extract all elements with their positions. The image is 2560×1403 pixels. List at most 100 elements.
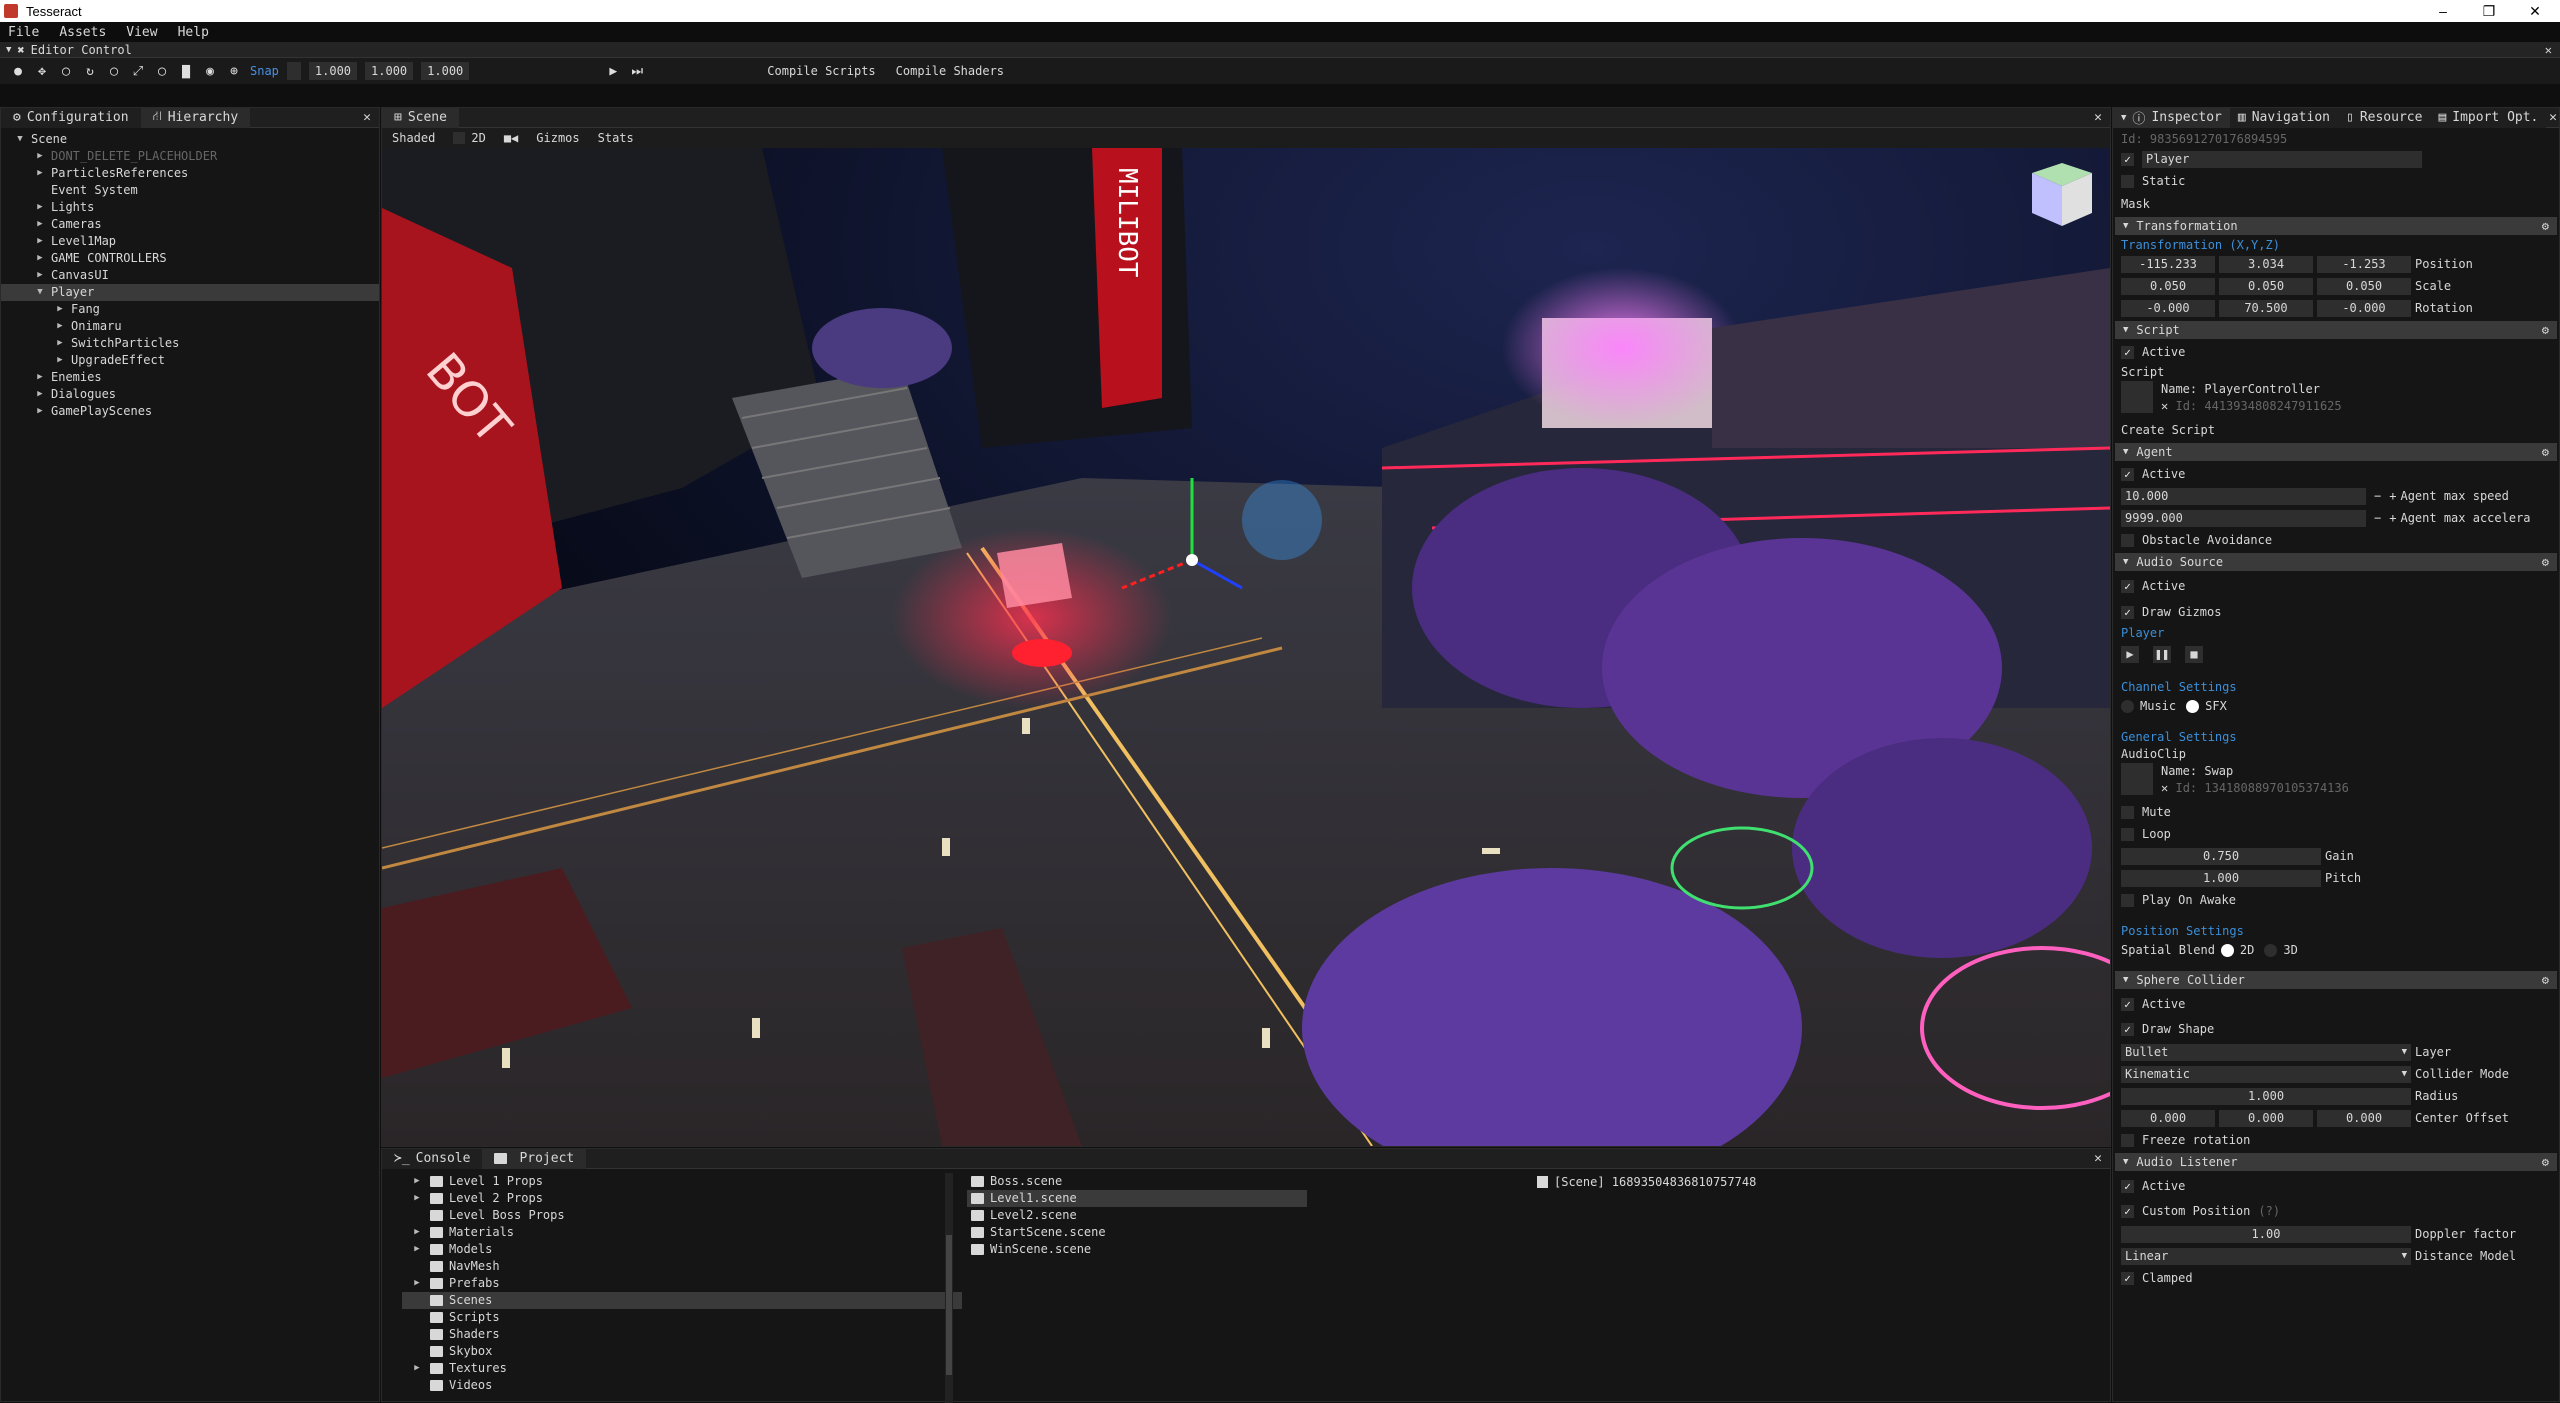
- radius-input[interactable]: 1.000: [2121, 1087, 2411, 1105]
- snap-x-input[interactable]: 1.000: [308, 62, 358, 80]
- tab-navigation[interactable]: ▥ Navigation: [2229, 108, 2338, 128]
- space-mode-icon[interactable]: ◯: [154, 63, 170, 79]
- snap-y-input[interactable]: 1.000: [365, 62, 414, 80]
- collapsed-arrow-icon[interactable]: ▶: [33, 233, 47, 250]
- gear-icon[interactable]: ⚙: [2542, 555, 2549, 569]
- stats-button[interactable]: Stats: [598, 131, 634, 145]
- audio-active-checkbox[interactable]: ✓: [2121, 579, 2134, 593]
- obstacle-avoidance-checkbox[interactable]: [2121, 533, 2134, 547]
- folder-item[interactable]: Scripts: [402, 1309, 962, 1326]
- custom-position-checkbox[interactable]: ✓: [2121, 1204, 2134, 1218]
- object-name-input[interactable]: Player: [2142, 150, 2422, 168]
- spatial-2d-radio[interactable]: [2220, 943, 2234, 957]
- folder-item[interactable]: ▶ Level 2 Props: [402, 1190, 962, 1207]
- folder-item[interactable]: ▶ Prefabs: [402, 1275, 962, 1292]
- collapsed-arrow-icon[interactable]: ▶: [33, 250, 47, 267]
- menu-assets[interactable]: Assets: [59, 25, 106, 40]
- tree-item[interactable]: ▶ Dialogues: [1, 386, 379, 403]
- layer-dropdown[interactable]: Bullet ▼: [2121, 1043, 2411, 1061]
- collapsed-arrow-icon[interactable]: ▶: [410, 1241, 424, 1258]
- scene-viewport[interactable]: BOT MILIBOT: [382, 148, 2110, 1146]
- scale-mode-icon[interactable]: ◯: [106, 63, 122, 79]
- offset-z-input[interactable]: 0.000: [2317, 1109, 2411, 1127]
- tree-item[interactable]: ▶ Lights: [1, 199, 379, 216]
- audio-source-header[interactable]: ▼ Audio Source ⚙: [2115, 553, 2557, 571]
- collider-active-checkbox[interactable]: ✓: [2121, 997, 2134, 1011]
- file-item[interactable]: Level2.scene: [967, 1207, 1307, 1224]
- tab-scene[interactable]: ⊞ Scene: [382, 107, 459, 128]
- local-icon[interactable]: ▇: [178, 63, 194, 79]
- maximize-button[interactable]: ❐: [2466, 0, 2512, 22]
- collapsed-arrow-icon[interactable]: ▶: [53, 352, 67, 369]
- tab-inspector[interactable]: ▼ ⓘ Inspector: [2113, 108, 2230, 128]
- tree-item[interactable]: ▶ DONT_DELETE_PLACEHOLDER: [1, 148, 379, 165]
- draw-gizmos-checkbox[interactable]: ✓: [2121, 605, 2134, 619]
- collapsed-arrow-icon[interactable]: ▶: [33, 386, 47, 403]
- freeze-rotation-checkbox[interactable]: [2121, 1133, 2134, 1147]
- create-script-button[interactable]: Create Script: [2121, 423, 2215, 437]
- collapsed-arrow-icon[interactable]: ▶: [53, 335, 67, 352]
- tree-item[interactable]: ▶ GamePlayScenes: [1, 403, 379, 420]
- folder-item[interactable]: ▶ Materials: [402, 1224, 962, 1241]
- audioclip-slot[interactable]: Name: Swap ✕ Id: 13418088970105374136: [2113, 763, 2559, 801]
- clamped-checkbox[interactable]: ✓: [2121, 1271, 2134, 1285]
- collapse-icon[interactable]: ▼: [6, 45, 11, 55]
- agent-accel-input[interactable]: 9999.000: [2121, 509, 2366, 527]
- gear-icon[interactable]: ⚙: [2542, 323, 2549, 337]
- stop-button-icon[interactable]: ■: [2185, 645, 2203, 663]
- transform-value-input[interactable]: -1.253: [2317, 255, 2411, 273]
- script-slot[interactable]: Name: PlayerController ✕ Id: 44139348082…: [2113, 381, 2559, 419]
- collapsed-arrow-icon[interactable]: ▶: [410, 1360, 424, 1377]
- menu-view[interactable]: View: [126, 25, 157, 40]
- tree-item[interactable]: ▶ Fang: [1, 301, 379, 318]
- tab-hierarchy[interactable]: ⛙ Hierarchy: [140, 107, 251, 128]
- menu-file[interactable]: File: [8, 25, 39, 40]
- tree-item[interactable]: ▶ UpgradeEffect: [1, 352, 379, 369]
- folder-item[interactable]: ▶ Models: [402, 1241, 962, 1258]
- close-window-button[interactable]: ✕: [2512, 0, 2558, 22]
- tree-item[interactable]: ▶ Onimaru: [1, 318, 379, 335]
- static-checkbox[interactable]: [2121, 174, 2134, 188]
- rotate-tool-icon[interactable]: ↻: [82, 63, 98, 79]
- object-active-checkbox[interactable]: ✓: [2121, 152, 2134, 166]
- folder-item[interactable]: Level Boss Props: [402, 1207, 962, 1224]
- file-item[interactable]: Level1.scene: [967, 1190, 1307, 1207]
- file-item[interactable]: Boss.scene: [967, 1173, 1307, 1190]
- tab-project[interactable]: Project: [482, 1148, 587, 1169]
- agent-speed-input[interactable]: 10.000: [2121, 487, 2366, 505]
- move-tool-icon[interactable]: ✥: [34, 63, 50, 79]
- collapsed-arrow-icon[interactable]: ▶: [53, 301, 67, 318]
- decrement-icon[interactable]: −: [2374, 489, 2381, 503]
- audio-listener-header[interactable]: ▼ Audio Listener ⚙: [2115, 1153, 2557, 1171]
- snap-checkbox[interactable]: [286, 62, 301, 80]
- minimize-button[interactable]: –: [2420, 0, 2466, 22]
- sfx-radio[interactable]: [2186, 699, 2200, 713]
- listener-active-checkbox[interactable]: ✓: [2121, 1179, 2134, 1193]
- expanded-arrow-icon[interactable]: ▼: [33, 284, 47, 301]
- gizmos-dropdown[interactable]: Gizmos: [536, 131, 579, 145]
- transform-value-input[interactable]: 3.034: [2219, 255, 2313, 273]
- collapsed-arrow-icon[interactable]: ▶: [53, 318, 67, 335]
- collapsed-arrow-icon[interactable]: ▶: [33, 369, 47, 386]
- folder-item[interactable]: Shaders: [402, 1326, 962, 1343]
- collapsed-arrow-icon[interactable]: ▶: [33, 403, 47, 420]
- tab-configuration[interactable]: ⚙ Configuration: [1, 107, 141, 128]
- increment-icon[interactable]: +: [2389, 489, 2396, 503]
- step-icon[interactable]: ⏭: [629, 63, 645, 79]
- tab-resource[interactable]: ▯ Resource: [2338, 108, 2431, 128]
- menu-help[interactable]: Help: [178, 25, 209, 40]
- close-panel-icon[interactable]: ✕: [363, 110, 371, 125]
- tree-item[interactable]: Event System: [1, 182, 379, 199]
- mask-dropdown[interactable]: Mask: [2121, 197, 2150, 211]
- collapsed-arrow-icon[interactable]: ▶: [410, 1173, 424, 1190]
- gear-icon[interactable]: ⚙: [2542, 445, 2549, 459]
- tree-item[interactable]: ▶ CanvasUI: [1, 267, 379, 284]
- orientation-cube[interactable]: [2032, 163, 2092, 226]
- 2d-checkbox[interactable]: [453, 132, 466, 144]
- compile-scripts-button[interactable]: Compile Scripts: [761, 62, 881, 80]
- gain-slider[interactable]: 0.750: [2121, 847, 2321, 865]
- doppler-input[interactable]: 1.00: [2121, 1225, 2411, 1243]
- sphere-collider-header[interactable]: ▼ Sphere Collider ⚙: [2115, 971, 2557, 989]
- editor-control-close[interactable]: ✕: [2545, 43, 2552, 57]
- tab-console[interactable]: ≻_ Console: [382, 1148, 483, 1169]
